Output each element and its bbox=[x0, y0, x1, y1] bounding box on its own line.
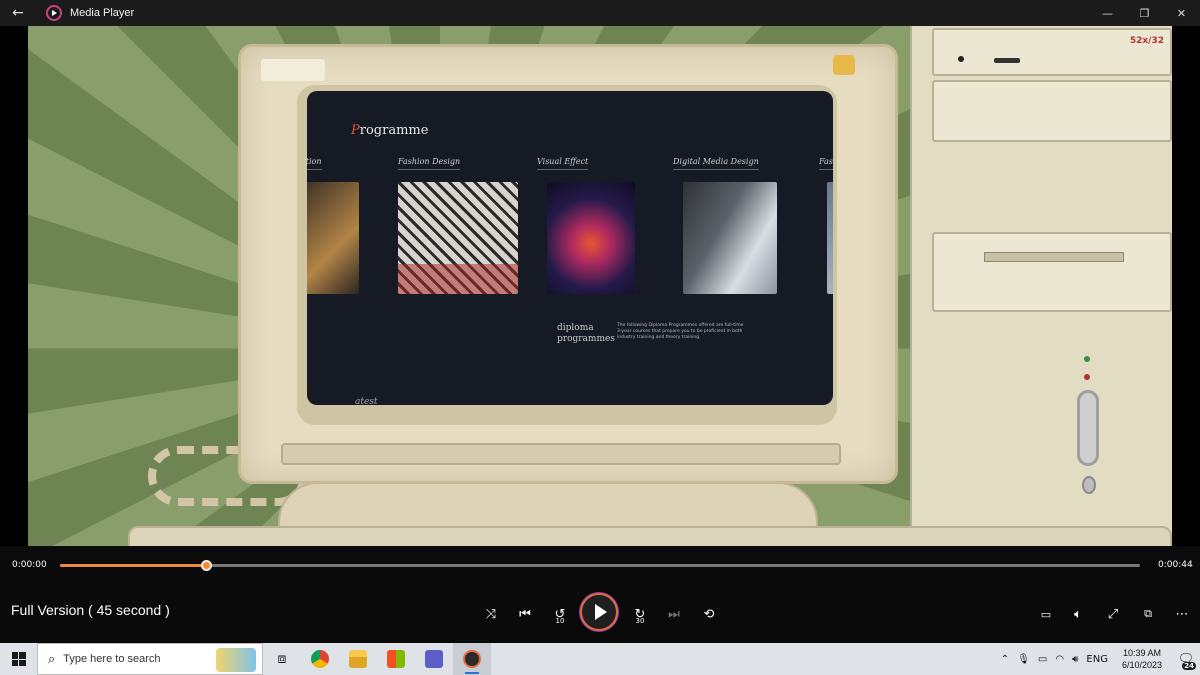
window-title: Media Player bbox=[70, 7, 135, 19]
notification-icon[interactable]: 🗨︎ 24 bbox=[1172, 643, 1200, 675]
search-highlight-image bbox=[216, 648, 256, 672]
battery-icon[interactable]: ▭ bbox=[1034, 654, 1051, 665]
floppy-bay bbox=[932, 232, 1172, 312]
clock[interactable]: 10:39 AM 6/10/2023 bbox=[1112, 647, 1172, 671]
clock-time: 10:39 AM bbox=[1122, 648, 1161, 658]
repeat-icon[interactable]: ⟲ bbox=[697, 602, 721, 626]
card-fashion-design: Fashion Design bbox=[398, 157, 518, 294]
taskbar: ⌕ Type here to search ⧈ ⌃ 🎙︎ ▭ ◠ 🔊︎ ENG … bbox=[0, 643, 1200, 675]
search-icon: ⌕ bbox=[48, 651, 56, 666]
card-digital-media-design: Digital Media Design bbox=[673, 157, 777, 294]
card-label: ation bbox=[307, 157, 322, 170]
chevron-up-icon[interactable]: ⌃ bbox=[997, 654, 1013, 665]
card-label: Fas bbox=[819, 157, 833, 170]
seek-thumb[interactable] bbox=[200, 560, 212, 571]
computer-tower: 52x/32 bbox=[910, 26, 1172, 546]
title-bar: ← Media Player — ❐ ✕ bbox=[0, 0, 1200, 26]
seek-bar[interactable] bbox=[60, 560, 1140, 571]
floppy-slot bbox=[984, 252, 1124, 262]
diploma-description: The following Diploma Programmes offered… bbox=[617, 323, 744, 340]
drive-bay bbox=[932, 80, 1172, 142]
power-button bbox=[1077, 390, 1099, 466]
skip-forward-seconds: 30 bbox=[635, 617, 645, 625]
keyboard bbox=[128, 526, 1172, 546]
playback-controls: 0:00:00 0:00:44 Full Version ( 45 second… bbox=[0, 546, 1200, 643]
window-controls: — ❐ ✕ bbox=[1089, 0, 1200, 26]
taskbar-search[interactable]: ⌕ Type here to search bbox=[37, 643, 263, 675]
drive-eject bbox=[994, 58, 1020, 63]
card-label: Fashion Design bbox=[398, 157, 461, 170]
previous-icon[interactable]: ⏮ bbox=[513, 602, 537, 626]
teams-icon[interactable] bbox=[415, 643, 453, 675]
seek-progress bbox=[60, 564, 206, 567]
play-button[interactable] bbox=[580, 593, 618, 631]
back-arrow-icon[interactable]: ← bbox=[0, 0, 36, 26]
monitor-screen: Programme ation Fashion Design Visual Ef… bbox=[307, 91, 833, 405]
total-time: 0:00:44 bbox=[1158, 560, 1193, 570]
hdd-led-icon bbox=[1084, 374, 1090, 380]
card-animation: ation bbox=[307, 157, 359, 294]
media-player-window: ← Media Player — ❐ ✕ 52x/32 Programme io… bbox=[0, 0, 1200, 643]
maximize-button[interactable]: ❐ bbox=[1126, 0, 1163, 26]
skip-forward-button[interactable]: ↻ 30 bbox=[628, 602, 652, 626]
latest-heading: atest bbox=[355, 397, 378, 405]
diploma-heading: diploma programmes bbox=[557, 323, 615, 344]
shuffle-icon[interactable]: ⤨ bbox=[479, 602, 503, 626]
task-view-icon[interactable]: ⧈ bbox=[263, 643, 301, 675]
minimize-button[interactable]: — bbox=[1089, 0, 1126, 26]
volume-icon[interactable]: 🔈︎ bbox=[1066, 602, 1090, 626]
current-time: 0:00:00 bbox=[12, 560, 47, 570]
subtitles-icon[interactable]: ▭ bbox=[1034, 602, 1058, 626]
next-icon[interactable]: ⏭ bbox=[662, 602, 686, 626]
fullscreen-icon[interactable]: ⤢ bbox=[1101, 602, 1125, 626]
media-player-taskbar-icon[interactable] bbox=[453, 643, 491, 675]
language-indicator[interactable]: ENG bbox=[1082, 654, 1112, 665]
card-partial: Fas bbox=[819, 157, 833, 294]
drive-speed-label: 52x/32 bbox=[1129, 36, 1164, 46]
windows-logo-icon bbox=[11, 652, 26, 666]
store-icon[interactable] bbox=[377, 643, 415, 675]
monitor-lower-panel bbox=[281, 443, 841, 465]
clock-date: 6/10/2023 bbox=[1121, 660, 1162, 670]
file-explorer-icon[interactable] bbox=[339, 643, 377, 675]
close-button[interactable]: ✕ bbox=[1163, 0, 1200, 26]
chrome-icon[interactable] bbox=[301, 643, 339, 675]
card-image bbox=[683, 182, 777, 294]
notification-count: 24 bbox=[1182, 662, 1196, 670]
card-label: Visual Effect bbox=[537, 157, 589, 170]
media-title: Full Version ( 45 second ) bbox=[11, 602, 170, 618]
video-frame[interactable]: 52x/32 Programme ation bbox=[28, 26, 1172, 546]
card-label: Digital Media Design bbox=[673, 157, 759, 170]
miniplayer-icon[interactable]: ⧉ bbox=[1136, 602, 1160, 626]
monitor-sticker bbox=[261, 59, 325, 81]
start-button[interactable] bbox=[0, 643, 37, 675]
drive-bay: 52x/32 bbox=[932, 28, 1172, 76]
reset-button bbox=[1082, 476, 1096, 494]
crt-monitor: Programme ation Fashion Design Visual Ef… bbox=[238, 44, 898, 484]
more-options-icon[interactable]: ⋯ bbox=[1170, 602, 1194, 626]
card-image bbox=[398, 182, 518, 294]
programme-heading: Programme bbox=[351, 123, 429, 138]
search-placeholder: Type here to search bbox=[63, 653, 161, 665]
card-image bbox=[547, 182, 635, 294]
card-image bbox=[827, 182, 833, 294]
card-visual-effect: Visual Effect bbox=[537, 157, 635, 294]
card-image bbox=[307, 182, 359, 294]
monitor-badge bbox=[833, 55, 855, 75]
power-led-icon bbox=[1084, 356, 1090, 362]
wifi-icon[interactable]: ◠ bbox=[1051, 654, 1068, 665]
microphone-icon[interactable]: 🎙︎ bbox=[1013, 654, 1034, 665]
skip-back-seconds: 10 bbox=[555, 617, 565, 625]
media-player-logo-icon bbox=[46, 5, 62, 21]
speaker-icon[interactable]: 🔊︎ bbox=[1068, 654, 1082, 665]
skip-back-button[interactable]: ↺ 10 bbox=[548, 602, 572, 626]
drive-slot bbox=[958, 56, 964, 62]
system-tray: ⌃ 🎙︎ ▭ ◠ 🔊︎ ENG 10:39 AM 6/10/2023 🗨︎ 24 bbox=[997, 643, 1200, 675]
